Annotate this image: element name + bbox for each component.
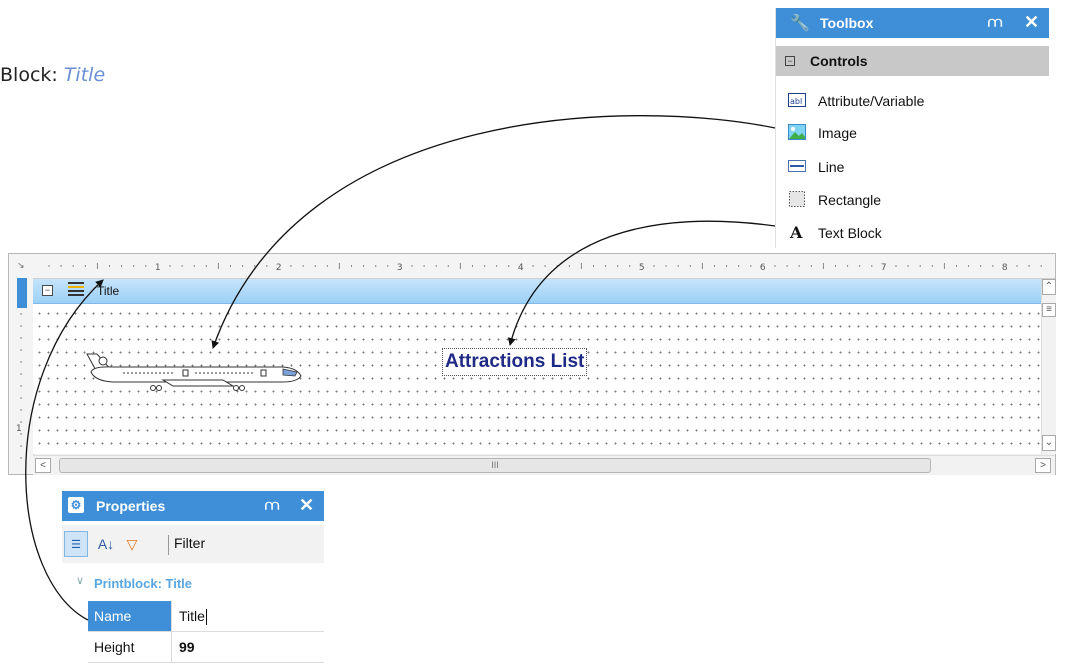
scroll-grip-icon[interactable]: ≡ <box>1042 303 1056 317</box>
ruler-number: 2 <box>276 263 282 273</box>
pin-icon[interactable]: ⩋ <box>265 497 279 514</box>
svg-text:abl: abl <box>790 97 802 106</box>
scroll-right-icon[interactable]: > <box>1035 458 1051 473</box>
ruler-number: 8 <box>1002 263 1008 273</box>
attribute-icon: abl <box>788 93 806 107</box>
printblock-icon <box>68 282 84 296</box>
filter-label[interactable]: Filter <box>174 535 205 551</box>
scroll-up-icon[interactable]: ⌃ <box>1042 279 1056 295</box>
text-block-icon: A <box>789 224 803 240</box>
property-row-height[interactable]: Height 99 <box>88 632 324 663</box>
sort-alphabetical-icon[interactable]: A↓ <box>94 531 118 557</box>
toolbox-category-controls[interactable]: − Controls <box>776 46 1049 76</box>
vertical-scrollbar[interactable]: ⌃ ≡ ⌄ <box>1041 279 1056 454</box>
image-icon <box>788 124 806 140</box>
ruler-number: 1 <box>155 263 161 273</box>
property-group-printblock[interactable]: ∨ Printblock: Title <box>62 571 324 595</box>
band-label: Title <box>97 284 120 298</box>
vertical-ruler-number: 1 <box>16 424 22 434</box>
property-group-label: Printblock: Title <box>94 576 192 591</box>
ruler-number: 6 <box>760 263 766 273</box>
ruler-number: 5 <box>639 263 645 273</box>
toolbox-icon: 🔧 <box>790 15 810 32</box>
heading-prefix: Block: <box>0 64 64 86</box>
toolbox-title: Toolbox <box>820 15 874 31</box>
vertical-ruler-ticks: 1 <box>16 313 22 459</box>
text-block-attractions-list[interactable]: Attractions List <box>442 348 588 376</box>
ruler-number: 4 <box>518 263 524 273</box>
rectangle-icon <box>789 191 805 207</box>
ruler-ticks: 1 2 3 4 5 6 7 8 <box>48 263 1042 273</box>
property-value-input[interactable]: 99 <box>173 632 324 662</box>
properties-panel: ⚙ Properties ⩋ ✕ ☰ A↓ ▽ Filter ∨ Printbl… <box>62 491 324 672</box>
ruler-number: 3 <box>397 263 403 273</box>
pin-icon[interactable]: ⩋ <box>988 14 1002 31</box>
property-key: Name <box>88 601 172 631</box>
scroll-left-icon[interactable]: < <box>35 458 51 473</box>
toolbox-item-label: Rectangle <box>818 192 882 208</box>
toolbox-header: 🔧 Toolbox ⩋ ✕ <box>776 8 1049 38</box>
heading-title: Title <box>63 64 106 86</box>
toolbox-item-label: Text Block <box>818 225 882 241</box>
properties-toolbar: ☰ A↓ ▽ Filter <box>62 525 324 563</box>
band-header-title[interactable]: − Title <box>33 279 1041 304</box>
toolbox-item-label: Image <box>818 125 857 141</box>
chevron-down-icon[interactable]: ∨ <box>76 574 84 587</box>
svg-text:A: A <box>789 224 803 240</box>
airplane-image[interactable] <box>83 346 303 396</box>
property-value-input[interactable]: Title <box>173 601 324 631</box>
report-editor: ↘ 12345678 1 − Title Attractions List ⌃ <box>8 253 1056 475</box>
gear-icon: ⚙ <box>68 497 84 513</box>
text-caret <box>205 609 207 626</box>
printblock-canvas[interactable]: Attractions List <box>33 304 1041 454</box>
close-icon[interactable]: ✕ <box>299 495 314 516</box>
properties-header: ⚙ Properties ⩋ ✕ <box>62 491 324 521</box>
category-label: Controls <box>810 53 868 69</box>
close-icon[interactable]: ✕ <box>1024 12 1039 33</box>
toolbar-separator <box>168 535 169 555</box>
toolbox-item-label: Line <box>818 159 845 175</box>
scroll-down-icon[interactable]: ⌄ <box>1042 435 1056 451</box>
toolbox-panel: 🔧 Toolbox ⩋ ✕ − Controls abl Attribute/V… <box>775 8 1049 248</box>
toolbox-item-label: Attribute/Variable <box>818 93 925 109</box>
filter-icon[interactable]: ▽ <box>120 531 144 557</box>
property-value-text: Title <box>179 608 205 624</box>
categorized-view-icon[interactable]: ☰ <box>64 531 88 557</box>
property-row-name[interactable]: Name Title <box>88 601 324 632</box>
block-heading: Block: Title <box>0 64 105 86</box>
properties-title: Properties <box>96 498 166 514</box>
horizontal-scroll-thumb[interactable]: III <box>59 458 931 473</box>
collapse-icon[interactable]: − <box>785 56 795 66</box>
vertical-ruler: 1 <box>9 278 34 474</box>
property-key: Height <box>88 632 172 662</box>
band-collapse-icon[interactable]: − <box>42 285 53 296</box>
ruler-number: 7 <box>881 263 887 273</box>
horizontal-scrollbar[interactable]: < III > <box>33 455 1055 475</box>
horizontal-ruler: ↘ 12345678 <box>9 254 1055 279</box>
scroll-thumb-grip: III <box>491 460 499 470</box>
line-icon <box>788 160 806 172</box>
